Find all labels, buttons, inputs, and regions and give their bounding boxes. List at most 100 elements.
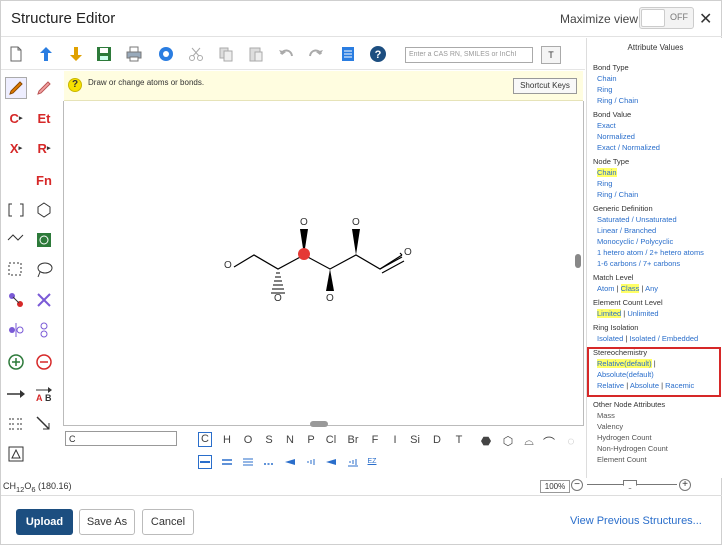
element-f-button[interactable]: F (368, 434, 382, 446)
element-p-button[interactable]: P (304, 434, 318, 446)
triple-bond-button[interactable] (241, 456, 255, 468)
bond-type-ring-chain[interactable]: Ring / Chain (597, 96, 638, 105)
ring-more-icon[interactable]: ◌ (564, 434, 578, 448)
generic-monocyclic[interactable]: Monocyclic / Polycyclic (597, 237, 673, 246)
search-input[interactable]: Enter a CAS RN, SMILES or InChI (405, 47, 533, 63)
lasso-select-icon[interactable] (33, 259, 55, 281)
charge-minus-icon[interactable] (33, 351, 55, 373)
draw-pencil-icon[interactable] (5, 77, 27, 99)
ring-hexagon-outline-icon[interactable]: ⬡ (501, 434, 515, 448)
help-icon[interactable]: ? (369, 45, 387, 63)
reaction-center-icon[interactable] (5, 413, 27, 435)
view-previous-structures-link[interactable]: View Previous Structures... (570, 515, 702, 527)
save-icon[interactable] (95, 45, 113, 63)
shortcut-keys-button[interactable]: Shortcut Keys (513, 78, 577, 94)
ab-arrow-icon[interactable]: AB (33, 383, 55, 405)
structure-template-icon[interactable] (5, 443, 27, 465)
ring-isolated[interactable]: Isolated (597, 334, 623, 343)
match-class[interactable]: Class (620, 284, 640, 293)
paste-icon[interactable] (247, 45, 265, 63)
other-non-hydrogen-count[interactable]: Non-Hydrogen Count (597, 444, 668, 453)
generic-linear[interactable]: Linear / Branched (597, 226, 656, 235)
generic-saturated[interactable]: Saturated / Unsaturated (597, 215, 677, 224)
cancel-button[interactable]: Cancel (142, 509, 194, 535)
atom-o-label[interactable]: O (300, 217, 308, 228)
undo-icon[interactable] (277, 45, 295, 63)
bond-type-chain[interactable]: Chain (597, 74, 617, 83)
new-icon[interactable] (7, 45, 25, 63)
atom-symbol-input[interactable] (65, 431, 177, 446)
r-group-tool[interactable]: R ▸ (33, 137, 55, 159)
ring-template-icon[interactable] (33, 229, 55, 251)
maximize-view-toggle[interactable]: OFF (639, 7, 694, 29)
element-o-button[interactable]: O (241, 434, 255, 446)
ring-isolated-embedded[interactable]: Isolated / Embedded (629, 334, 698, 343)
atom-o-label[interactable]: O (326, 293, 334, 304)
bond-value-normalized[interactable]: Normalized (597, 132, 635, 141)
element-si-button[interactable]: Si (408, 434, 422, 446)
other-element-count[interactable]: Element Count (597, 455, 647, 464)
element-d-button[interactable]: D (430, 434, 444, 446)
element-n-button[interactable]: N (283, 434, 297, 446)
atom-o-label[interactable]: O (274, 293, 282, 304)
ez-bond-button[interactable]: EZ (365, 456, 379, 468)
ring-lasso-icon[interactable] (33, 199, 55, 221)
element-i-button[interactable]: I (388, 434, 402, 446)
zoom-slider-handle[interactable] (623, 480, 637, 489)
bond-value-exact[interactable]: Exact (597, 121, 616, 130)
element-s-button[interactable]: S (262, 434, 276, 446)
bracket-icon[interactable] (5, 199, 27, 221)
element-cl-button[interactable]: Cl (324, 434, 338, 446)
close-icon[interactable]: ✕ (699, 9, 712, 29)
hash-wedge-bond-button[interactable] (304, 456, 318, 468)
atom-map-icon[interactable] (5, 289, 27, 311)
search-button[interactable]: T (541, 46, 561, 64)
carbon-chain-tool[interactable]: C ▸ (5, 107, 27, 129)
bond-type-ring[interactable]: Ring (597, 85, 612, 94)
match-any[interactable]: Any (645, 284, 658, 293)
bond-mark-icon[interactable] (33, 413, 55, 435)
double-bond-button[interactable] (220, 456, 234, 468)
bond-value-exact-normalized[interactable]: Exact / Normalized (597, 143, 660, 152)
canvas-vertical-scrollbar[interactable] (575, 254, 581, 268)
atom-o-label[interactable]: O (352, 217, 360, 228)
count-limited[interactable]: Limited (597, 309, 622, 318)
print-icon[interactable] (125, 45, 143, 63)
node-type-ring[interactable]: Ring (597, 179, 612, 188)
element-br-button[interactable]: Br (346, 434, 360, 446)
flip-icon[interactable] (5, 319, 27, 341)
ethyl-tool[interactable]: Et (33, 107, 55, 129)
other-valency[interactable]: Valency (597, 422, 623, 431)
import-icon[interactable] (37, 45, 55, 63)
redo-icon[interactable] (307, 45, 325, 63)
dashed-bond-button[interactable] (262, 456, 276, 468)
element-h-button[interactable]: H (220, 434, 234, 446)
clean-icon[interactable] (157, 45, 175, 63)
template-icon[interactable] (339, 45, 357, 63)
delete-atom-icon[interactable] (33, 289, 55, 311)
canvas-horizontal-scrollbar[interactable] (310, 421, 328, 427)
function-tool[interactable]: Fn (33, 169, 55, 191)
match-atom[interactable]: Atom (597, 284, 615, 293)
rotate-icon[interactable] (33, 319, 55, 341)
zoom-in-icon[interactable]: + (679, 479, 691, 491)
x-atom-tool[interactable]: X ▸ (5, 137, 27, 159)
zoom-out-icon[interactable]: − (571, 479, 583, 491)
upload-button[interactable]: Upload (16, 509, 73, 535)
eraser-pencil-icon[interactable] (33, 77, 55, 99)
count-unlimited[interactable]: Unlimited (627, 309, 658, 318)
rect-select-icon[interactable] (5, 259, 27, 281)
generic-hetero[interactable]: 1 hetero atom / 2+ hetero atoms (597, 248, 704, 257)
copy-icon[interactable] (217, 45, 235, 63)
ring-cyclohexane-icon[interactable]: ⌓ (522, 434, 536, 449)
single-bond-button[interactable] (198, 455, 212, 469)
element-c-button[interactable]: C (198, 432, 212, 447)
node-type-chain[interactable]: Chain (597, 168, 617, 177)
save-as-button[interactable]: Save As (79, 509, 135, 535)
generic-carbons[interactable]: 1-6 carbons / 7+ carbons (597, 259, 680, 268)
other-hydrogen-count[interactable]: Hydrogen Count (597, 433, 652, 442)
reaction-arrow-icon[interactable] (5, 383, 27, 405)
drawing-canvas[interactable]: O O O O O O (63, 101, 584, 426)
wedge-both-bond-button[interactable] (324, 456, 338, 468)
zoom-level[interactable]: 100% (540, 480, 570, 493)
